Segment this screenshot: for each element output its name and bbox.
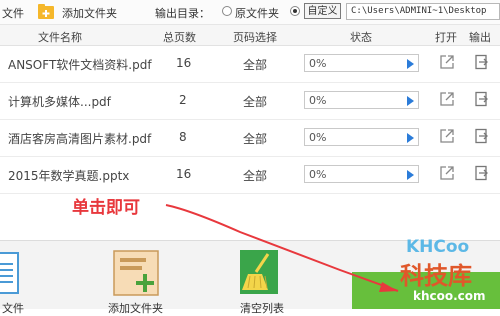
watermark-title: 科技库: [400, 262, 472, 290]
watermark-url: khcoo.com: [413, 289, 486, 303]
watermark-logo: KHCoo: [406, 237, 470, 257]
annotation-text: 单击即可: [72, 198, 140, 218]
watermark: KHCoo 科技库 khcoo.com: [392, 231, 500, 308]
